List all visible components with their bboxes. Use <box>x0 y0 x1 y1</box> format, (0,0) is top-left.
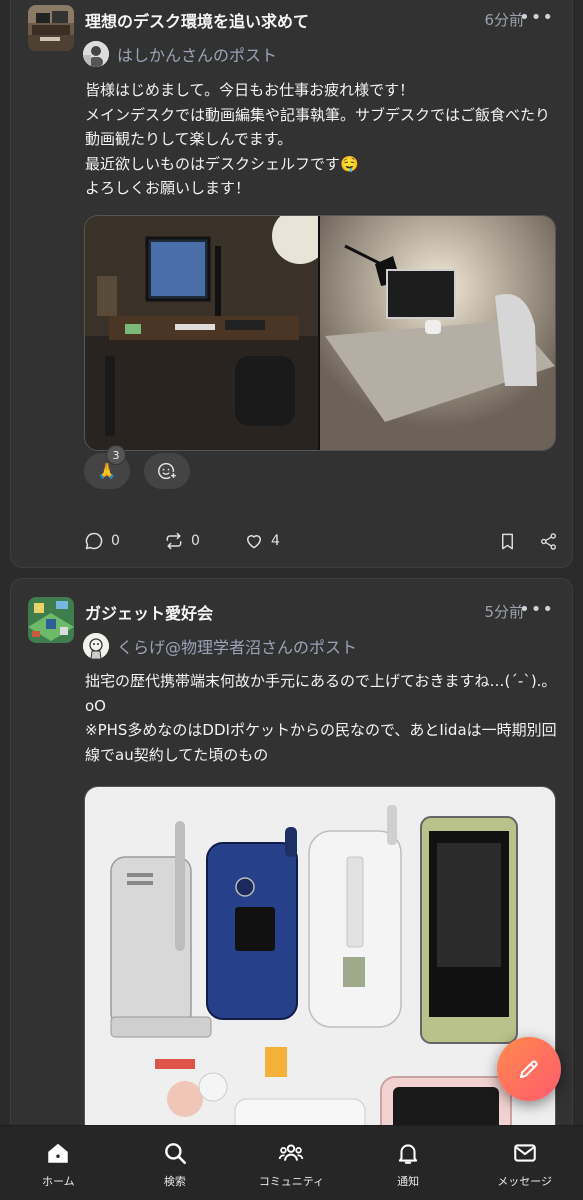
bell-icon <box>398 1144 418 1164</box>
home-icon <box>48 1143 69 1163</box>
like-count: 4 <box>271 533 280 549</box>
author-avatar[interactable] <box>83 633 109 659</box>
more-dots-icon: ••• <box>519 7 554 28</box>
feed[interactable]: 理想のデスク環境を追い求めて 6分前 ••• はしかんさんのポスト 皆様はじめま… <box>0 0 583 1125</box>
post-text-line: 拙宅の歴代携帯端末何故か手元にあるので上げておきますね…(´-`).｡oO <box>85 672 549 715</box>
like-button[interactable]: 4 <box>244 531 324 551</box>
repost-icon <box>166 532 182 550</box>
more-dots-icon: ••• <box>519 599 554 620</box>
community-name[interactable]: ガジェット愛好会 <box>85 600 213 624</box>
pencil-icon <box>520 1060 538 1078</box>
more-options-button[interactable]: ••• <box>519 599 554 620</box>
nav-search[interactable]: 検索 <box>120 1140 230 1189</box>
post-text-line: よろしくお願いします！ <box>85 179 251 197</box>
post-text-line: 皆様はじめまして。今日もお仕事お疲れ様です！ <box>85 81 415 99</box>
nav-home[interactable]: ホーム <box>3 1140 113 1189</box>
author-name[interactable]: はしかんさんのポスト <box>117 42 277 66</box>
mail-icon <box>513 1144 536 1162</box>
author-name[interactable]: くらげ@物理学者沼さんのポスト <box>117 634 357 658</box>
phones-photo <box>85 787 555 1125</box>
post-image-gallery[interactable] <box>84 215 556 451</box>
post-text-line: ※PHS多めなのはDDIポケットからの民なので、あとIidaは一時期別回線でau… <box>85 721 557 764</box>
post-body: 拙宅の歴代携帯端末何故か手元にあるので上げておきますね…(´-`).｡oO ※P… <box>85 669 557 767</box>
bottom-nav: ホーム 検索 コミュニティ 通知 メッセージ <box>0 1125 583 1200</box>
community-thumbnail[interactable] <box>28 597 74 643</box>
post-time: 6分前 <box>484 11 524 29</box>
add-reaction-button[interactable] <box>144 453 190 489</box>
author-avatar[interactable] <box>83 41 109 67</box>
comment-icon <box>85 532 103 550</box>
nav-label: 検索 <box>163 1175 186 1188</box>
add-emoji-icon <box>158 462 178 480</box>
community-thumbnail[interactable] <box>28 5 74 51</box>
nav-label: コミュニティ <box>258 1175 325 1188</box>
heart-icon <box>247 535 261 549</box>
desk-photos <box>85 216 555 450</box>
nav-notifications[interactable]: 通知 <box>353 1140 463 1189</box>
repost-button[interactable]: 0 <box>164 531 244 551</box>
community-name[interactable]: 理想のデスク環境を追い求めて <box>85 8 309 32</box>
nav-messages[interactable]: メッセージ <box>470 1140 580 1189</box>
nav-label: メッセージ <box>497 1175 553 1188</box>
reaction-pray-button[interactable]: 🙏 3 <box>84 445 130 489</box>
post-actions: 0 0 4 <box>84 531 558 551</box>
bookmark-icon[interactable] <box>498 532 517 551</box>
reaction-count: 3 <box>106 445 126 465</box>
nav-label: ホーム <box>41 1175 75 1188</box>
community-icon <box>279 1144 304 1161</box>
more-options-button[interactable]: ••• <box>519 7 554 28</box>
comment-count: 0 <box>111 533 120 549</box>
post-text-line: 最近欲しいものはデスクシェルフです🤤 <box>85 154 359 173</box>
author-row[interactable]: はしかんさんのポスト <box>83 41 277 67</box>
share-icon[interactable] <box>539 532 558 551</box>
reaction-bar: 🙏 3 <box>84 445 190 489</box>
comment-button[interactable]: 0 <box>84 531 164 551</box>
post-card[interactable]: 理想のデスク環境を追い求めて 6分前 ••• はしかんさんのポスト 皆様はじめま… <box>10 0 573 568</box>
nav-label: 通知 <box>397 1175 420 1188</box>
post-image[interactable] <box>84 786 556 1125</box>
post-time: 5分前 <box>484 603 524 621</box>
post-body: 皆様はじめまして。今日もお仕事お疲れ様です！ メインデスクでは動画編集や記事執筆… <box>85 78 557 201</box>
nav-community[interactable]: コミュニティ <box>236 1140 346 1189</box>
repost-count: 0 <box>191 533 200 549</box>
compose-button[interactable] <box>497 1037 561 1101</box>
author-row[interactable]: くらげ@物理学者沼さんのポスト <box>83 633 357 659</box>
search-icon <box>165 1143 186 1165</box>
post-card[interactable]: ガジェット愛好会 5分前 ••• くらげ@物理学者沼さんのポスト 拙宅の歴代携帯… <box>10 578 573 1125</box>
post-text-line: メインデスクでは動画編集や記事執筆。サブデスクではご飯食べたり動画観たりして楽し… <box>85 105 551 149</box>
